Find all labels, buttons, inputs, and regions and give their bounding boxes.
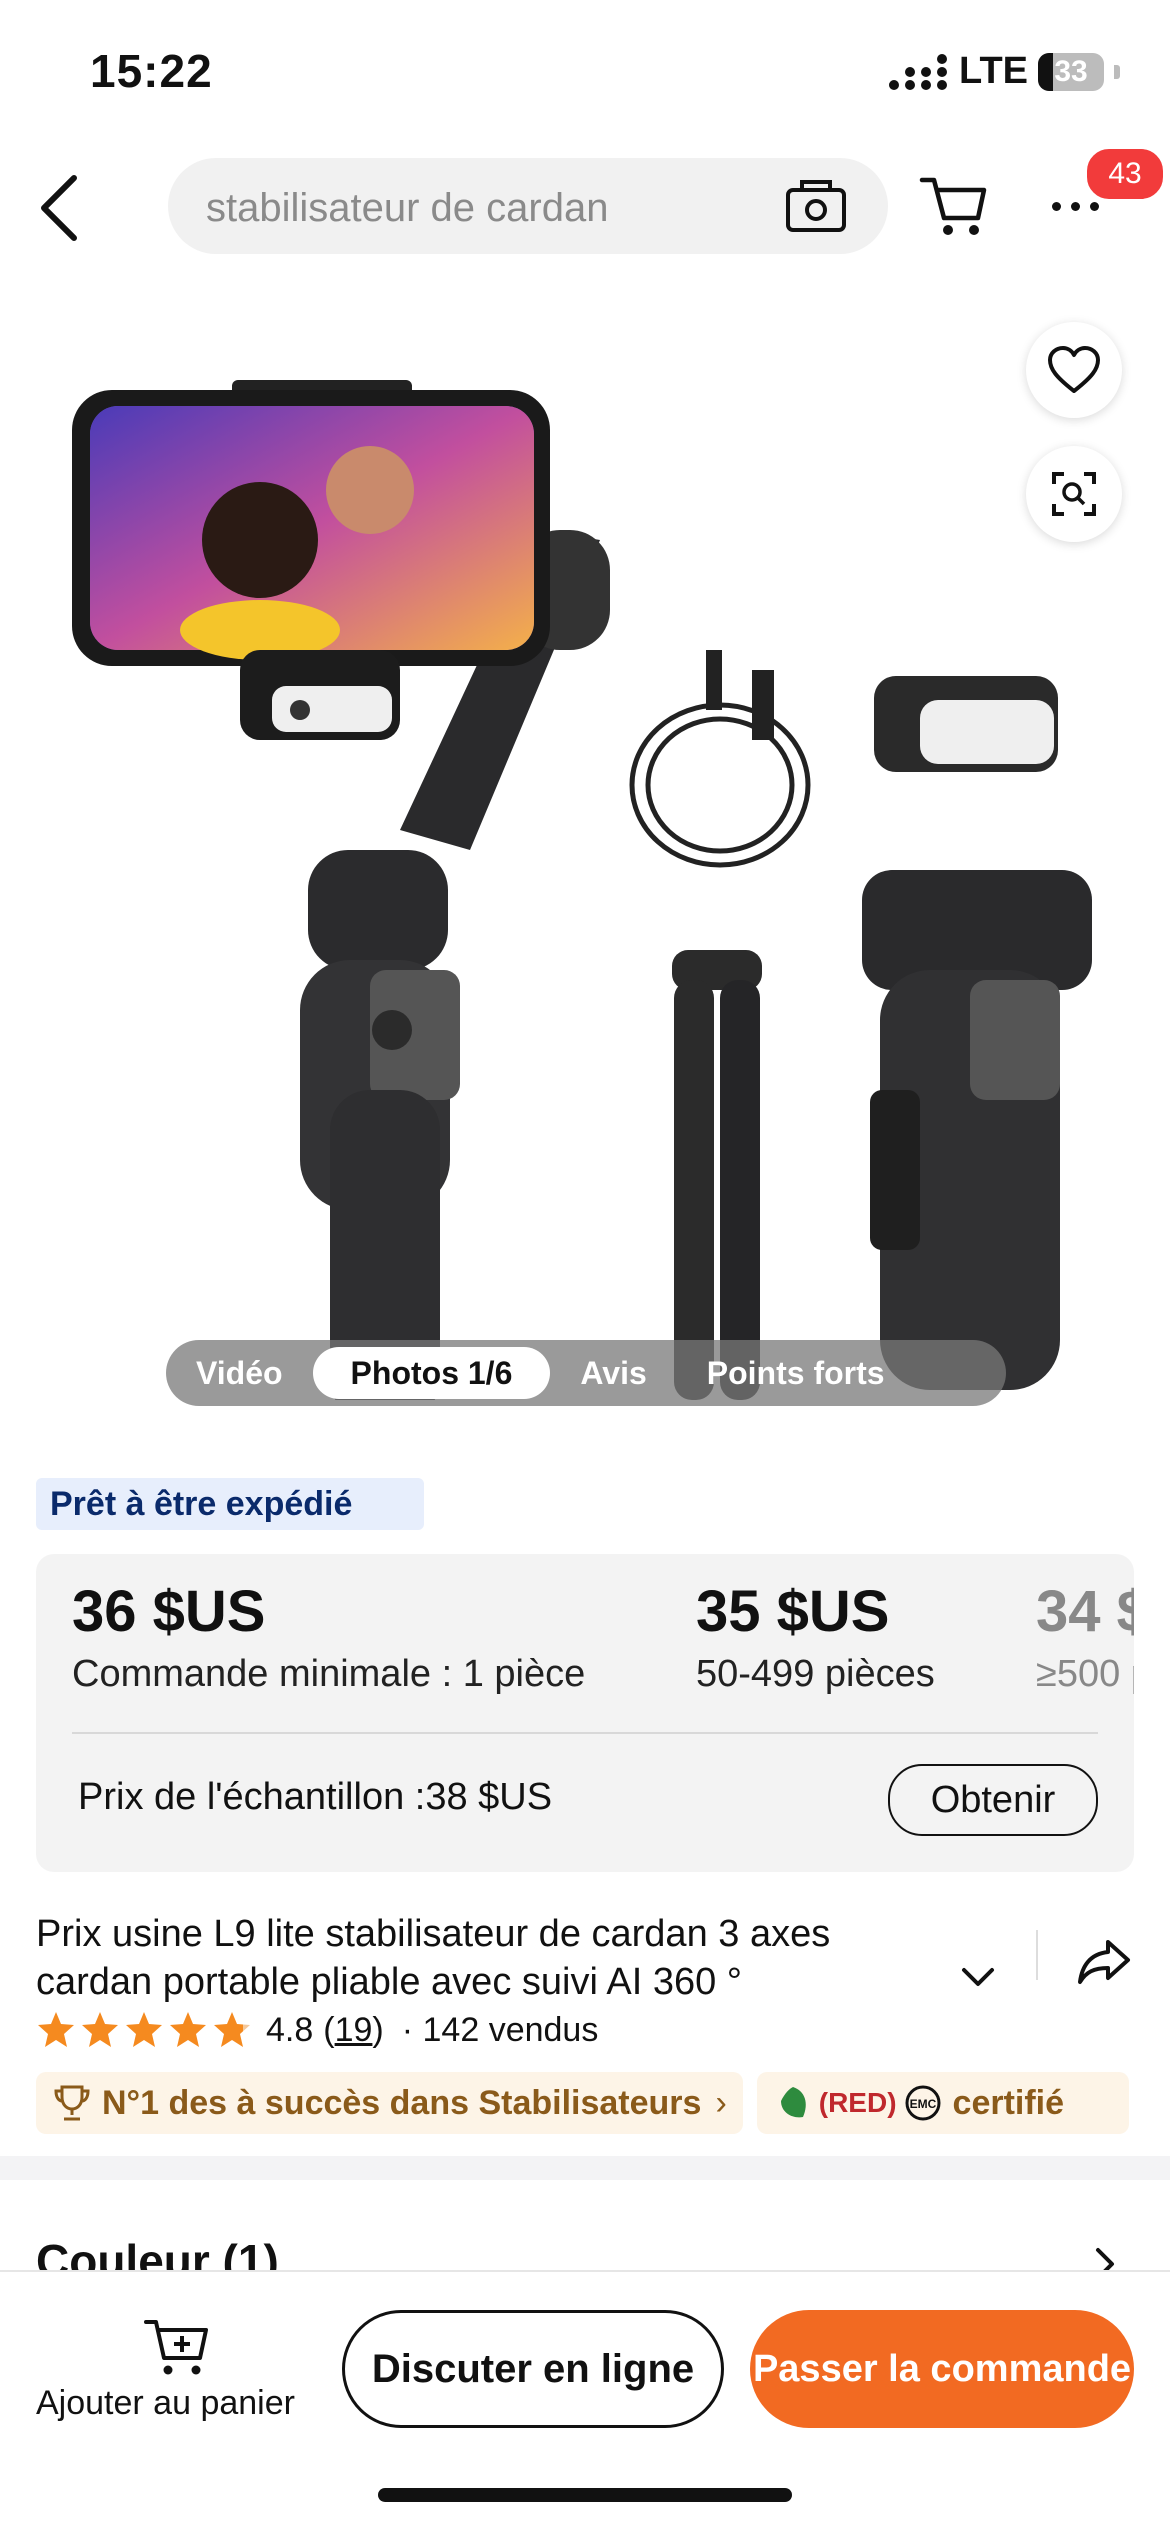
price-tier: 35 $US 50-499 pièces xyxy=(696,1578,935,1696)
image-search-button[interactable] xyxy=(1026,446,1122,542)
red-cert-icon: (RED) xyxy=(818,2087,897,2118)
tab-photos[interactable]: Photos 1/6 xyxy=(312,1347,551,1399)
tier-quantity: 50-499 pièces xyxy=(696,1653,935,1695)
tier-price: 35 $US xyxy=(696,1579,890,1644)
bestseller-badge[interactable]: N°1 des à succès dans Stabilisateurs › xyxy=(36,2072,743,2134)
price-tier: 36 $US Commande minimale : 1 pièce xyxy=(72,1578,585,1696)
tier-quantity: Commande minimale : 1 pièce xyxy=(72,1653,586,1695)
battery-icon: 33 xyxy=(1038,52,1104,91)
scan-icon xyxy=(1052,472,1096,516)
sold-count: · 142 vendus xyxy=(401,2010,599,2049)
rating-row: 4.8 (19) · 142 vendus xyxy=(36,2010,598,2050)
chevron-down-icon[interactable] xyxy=(958,1962,998,1992)
add-to-cart-icon[interactable] xyxy=(142,2316,212,2378)
section-divider xyxy=(0,2156,1170,2180)
bestseller-text: N°1 des à succès dans Stabilisateurs xyxy=(102,2083,702,2122)
trophy-icon xyxy=(54,2085,90,2121)
review-count-link[interactable]: 19 xyxy=(335,2011,373,2050)
favorite-button[interactable] xyxy=(1026,322,1122,418)
rohs-icon xyxy=(780,2087,806,2118)
tab-video[interactable]: Vidéo xyxy=(166,1355,313,1392)
add-to-cart-label[interactable]: Ajouter au panier xyxy=(36,2384,295,2423)
obtain-sample-button[interactable]: Obtenir xyxy=(888,1764,1098,1836)
rating-value: 4.8 xyxy=(266,2010,314,2049)
ready-to-ship-badge: Prêt à être expédié xyxy=(36,1478,424,1530)
price-tier: 34 $US ≥500 pièces xyxy=(1036,1578,1134,1696)
divider xyxy=(72,1732,1098,1734)
tier-price: 34 $US xyxy=(1036,1579,1134,1644)
tier-quantity: ≥500 pièces xyxy=(1036,1653,1134,1695)
emc-icon: EMC xyxy=(905,2085,941,2121)
star-icon xyxy=(170,2012,206,2047)
cart-icon[interactable] xyxy=(918,170,990,240)
svg-text:EMC: EMC xyxy=(909,2097,936,2111)
status-time: 15:22 xyxy=(90,45,213,97)
star-icon xyxy=(82,2012,118,2047)
badges-row: N°1 des à succès dans Stabilisateurs › (… xyxy=(36,2072,1129,2134)
product-title: Prix usine L9 lite stabilisateur de card… xyxy=(36,1913,831,2003)
place-order-button[interactable]: Passer la commande xyxy=(750,2310,1134,2428)
star-half-icon xyxy=(214,2012,250,2047)
star-icon xyxy=(38,2012,74,2047)
tab-highlights[interactable]: Points forts xyxy=(677,1355,915,1392)
home-indicator[interactable] xyxy=(378,2488,792,2502)
search-bar[interactable]: stabilisateur de cardan xyxy=(168,158,888,254)
notification-badge: 43 xyxy=(1084,146,1166,202)
tier-price: 36 $US xyxy=(72,1579,266,1644)
price-tiers: 36 $US Commande minimale : 1 pièce 35 $U… xyxy=(36,1554,1134,1872)
chat-online-button[interactable]: Discuter en ligne xyxy=(342,2310,724,2428)
status-indicators: LTE 33 xyxy=(889,50,1120,93)
certification-badge[interactable]: (RED) EMC certifié xyxy=(756,2072,1129,2134)
tab-reviews[interactable]: Avis xyxy=(550,1355,676,1392)
signal-icon xyxy=(889,53,949,90)
product-image[interactable] xyxy=(0,290,1170,1400)
certified-text: certifié xyxy=(952,2083,1065,2122)
star-rating xyxy=(36,2010,252,2050)
heart-icon xyxy=(1048,346,1100,393)
search-input[interactable]: stabilisateur de cardan xyxy=(206,186,608,231)
star-icon xyxy=(126,2012,162,2047)
separator xyxy=(1036,1930,1038,1980)
network-label: LTE xyxy=(959,50,1028,92)
media-tabs: Vidéo Photos 1/6 Avis Points forts xyxy=(166,1340,1006,1406)
camera-icon[interactable] xyxy=(784,178,848,234)
chevron-right-icon: › xyxy=(715,2083,727,2122)
back-icon[interactable] xyxy=(30,168,90,248)
share-icon[interactable] xyxy=(1074,1930,1134,1990)
sample-price: Prix de l'échantillon :38 $US xyxy=(78,1776,553,1818)
